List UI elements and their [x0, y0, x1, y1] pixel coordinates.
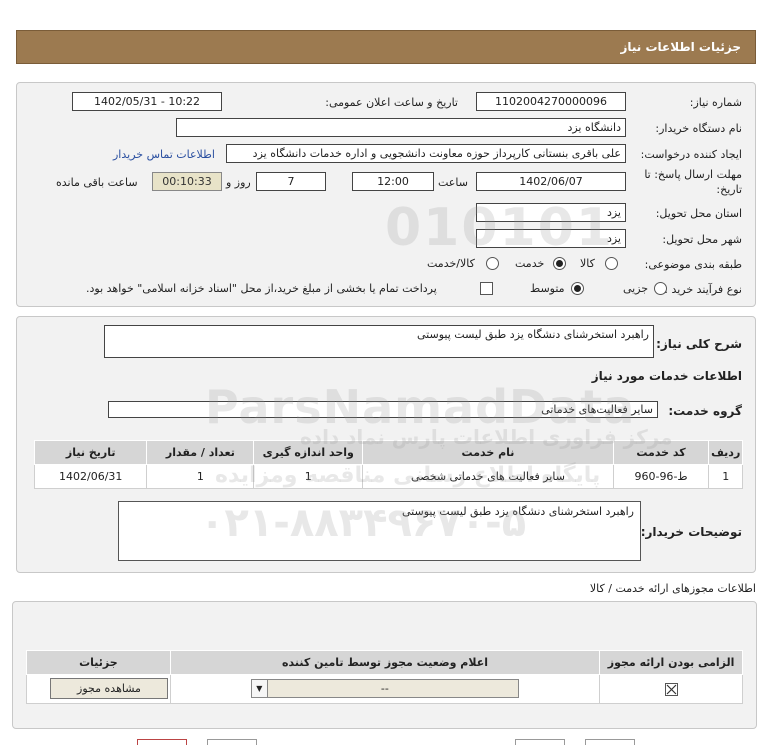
summary-field: راهبرد استخرشنای دنشگاه یزد طبق لیست پیو…	[104, 325, 654, 358]
bottom-button-4[interactable]	[585, 739, 635, 745]
cell-unit: 1	[253, 464, 364, 489]
deadline-time-field: 12:00	[352, 172, 434, 191]
treasury-checkbox[interactable]	[480, 282, 493, 295]
col-name: نام خدمت	[362, 440, 614, 465]
permits-table-header: الزامی بودن ارائه مجوز اعلام وضعیت مجوز …	[26, 650, 743, 675]
process-minor-radio[interactable]	[654, 282, 667, 295]
cell-name: سایر فعالیت های خدماتی شخصی	[362, 464, 614, 489]
category-label: طبقه بندی موضوعی:	[644, 258, 742, 271]
col-details: جزئیات	[26, 650, 171, 675]
category-both-radio[interactable]	[486, 257, 499, 270]
cell-details: مشاهده مجوز	[26, 674, 171, 704]
days-label: روز و	[226, 176, 251, 189]
col-required: الزامی بودن ارائه مجوز	[599, 650, 743, 675]
buyer-notes-label: توضیحات خریدار:	[640, 525, 742, 539]
remaining-time-field: 00:10:33	[152, 172, 222, 191]
deadline-date-label: تاریخ:	[716, 183, 742, 196]
province-label: استان محل تحویل:	[655, 207, 742, 220]
summary-label: شرح کلی نیاز:	[656, 337, 742, 351]
table-row: 1 ط-96-960 سایر فعالیت های خدماتی شخصی 1…	[33, 464, 743, 489]
city-field: یزد	[476, 229, 626, 248]
page-header: جزئیات اطلاعات نیاز	[16, 30, 756, 64]
cell-code: ط-96-960	[612, 464, 710, 489]
need-number-label: شماره نیاز:	[689, 96, 742, 109]
bottom-button-2[interactable]	[207, 739, 257, 745]
creator-field: علی باقری بنستانی کارپرداز حوزه معاونت د…	[226, 144, 626, 163]
service-group-label: گروه خدمت:	[668, 404, 742, 418]
province-field: یزد	[476, 203, 626, 222]
cell-qty: 1	[146, 464, 255, 489]
process-medium-radio[interactable]	[571, 282, 584, 295]
services-title: اطلاعات خدمات مورد نیاز	[591, 369, 742, 383]
announce-label: تاریخ و ساعت اعلان عمومی:	[325, 96, 458, 109]
col-row: ردیف	[708, 440, 743, 465]
buyer-org-field: دانشگاه یزد	[176, 118, 626, 137]
cell-date: 1402/06/31	[33, 464, 148, 489]
remaining-label: ساعت باقی مانده	[56, 176, 138, 189]
col-qty: تعداد / مقدار	[146, 440, 255, 465]
cell-row: 1	[708, 464, 743, 489]
days-field: 7	[256, 172, 326, 191]
cell-required	[599, 674, 743, 704]
permits-table: الزامی بودن ارائه مجوز اعلام وضعیت مجوز …	[26, 650, 743, 704]
chevron-down-icon: ▼	[251, 680, 268, 697]
col-date: تاریخ نیاز	[33, 440, 148, 465]
announce-field: 1402/05/31 - 10:22	[72, 92, 222, 111]
buyer-notes-field: راهبرد استخرشنای دنشگاه یزد طبق لیست پیو…	[118, 501, 641, 561]
process-label: نوع فرآیند خرید :	[664, 283, 742, 296]
process-medium-label: متوسط	[530, 282, 565, 295]
required-checkbox[interactable]	[664, 682, 678, 696]
buyer-org-label: نام دستگاه خریدار:	[655, 122, 742, 135]
category-service-label: خدمت	[515, 257, 545, 270]
col-unit: واحد اندازه گیری	[253, 440, 364, 465]
city-label: شهر محل تحویل:	[662, 233, 742, 246]
cell-status: -- ▼	[169, 674, 601, 704]
col-code: کد خدمت	[612, 440, 710, 465]
col-status: اعلام وضعیت مجوز توسط تامین کننده	[169, 650, 601, 675]
category-goods-label: کالا	[580, 257, 595, 270]
bottom-button-3[interactable]	[515, 739, 565, 745]
deadline-date-field: 1402/06/07	[476, 172, 626, 191]
service-group-field: سایر فعالیت‌های خدماتی	[108, 401, 658, 418]
service-table: ردیف کد خدمت نام خدمت واحد اندازه گیری ت…	[33, 440, 743, 489]
service-table-header: ردیف کد خدمت نام خدمت واحد اندازه گیری ت…	[33, 440, 743, 465]
time-label: ساعت	[438, 176, 468, 189]
treasury-note: پرداخت تمام یا بخشی از مبلغ خرید،از محل …	[86, 282, 437, 295]
view-permit-button[interactable]: مشاهده مجوز	[50, 678, 168, 699]
permits-title: اطلاعات مجوزهای ارائه خدمت / کالا	[589, 582, 756, 595]
category-goods-radio[interactable]	[605, 257, 618, 270]
cross-icon	[666, 684, 677, 695]
table-row: -- ▼ مشاهده مجوز	[26, 674, 743, 704]
deadline-label: مهلت ارسال پاسخ: تا	[644, 168, 742, 181]
need-info-panel	[16, 82, 756, 307]
category-service-radio[interactable]	[553, 257, 566, 270]
need-number-field: 1102004270000096	[476, 92, 626, 111]
permit-status-select[interactable]: -- ▼	[250, 679, 519, 698]
process-minor-label: جزیی	[623, 282, 649, 295]
creator-label: ایجاد کننده درخواست:	[640, 148, 742, 161]
page-title: جزئیات اطلاعات نیاز	[620, 40, 741, 54]
category-both-label: کالا/خدمت	[427, 257, 475, 270]
buyer-contact-link[interactable]: اطلاعات تماس خریدار	[113, 148, 215, 161]
permit-status-value: --	[380, 682, 389, 695]
bottom-button-1[interactable]	[137, 739, 187, 745]
